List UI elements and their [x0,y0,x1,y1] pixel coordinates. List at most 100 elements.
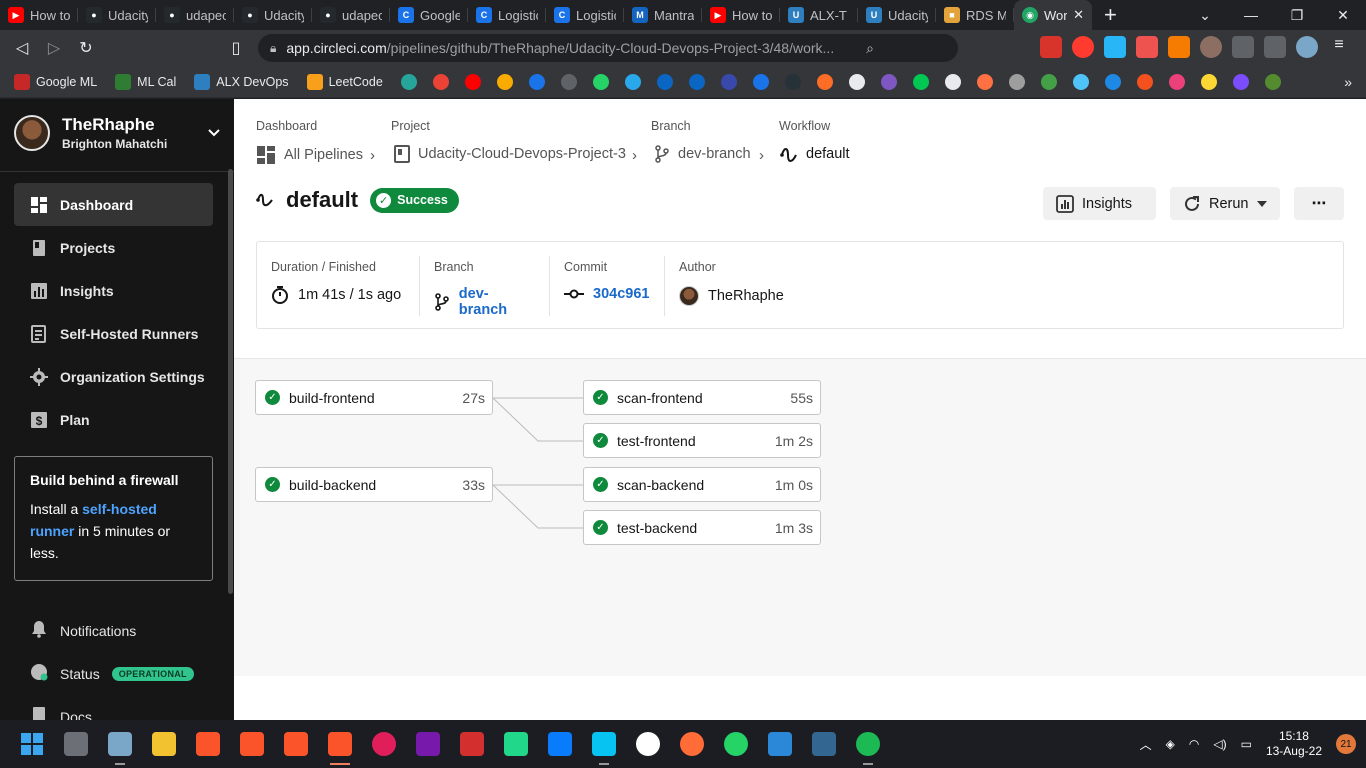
minimize-icon[interactable]: — [1228,7,1274,23]
extension-icon[interactable] [1168,36,1190,58]
browser-tab[interactable]: C Logistic [546,0,624,30]
bookmark-icon[interactable]: ▯ [220,38,252,58]
taskbar-app[interactable] [186,720,230,768]
browser-tab[interactable]: C Google [390,0,468,30]
browser-tab[interactable]: ▶ How to [0,0,78,30]
tab-search-icon[interactable]: ⌄ [1182,7,1228,24]
close-tab-icon[interactable]: ✕ [1073,7,1084,23]
bookmark-icon[interactable] [912,73,929,90]
profile-avatar[interactable] [1296,36,1318,58]
linkedin-icon[interactable] [688,73,705,90]
new-tab-button[interactable]: + [1104,2,1124,28]
sidebar-item-insights[interactable]: Insights [14,269,213,312]
bookmark-icon[interactable] [1104,73,1121,90]
sidebar-item-notifications[interactable]: Notifications [14,609,213,652]
taskbar-app[interactable] [230,720,274,768]
bookmark-icon[interactable] [1072,73,1089,90]
taskbar-app[interactable] [142,720,186,768]
youtube-icon[interactable] [464,73,481,90]
taskbar-app[interactable] [626,720,670,768]
linkedin-icon[interactable] [656,73,673,90]
taskbar-app[interactable] [538,720,582,768]
job-test-backend[interactable]: ✓ test-backend 1m 3s [583,510,821,545]
taskbar-app[interactable] [362,720,406,768]
gitlab-icon[interactable] [816,73,833,90]
bookmark-icon[interactable] [1264,73,1281,90]
taskbar-app[interactable] [758,720,802,768]
start-button[interactable] [10,720,54,768]
bookmark-icon[interactable] [1168,73,1185,90]
browser-tab[interactable]: UALX-T C [780,0,858,30]
job-build-backend[interactable]: ✓ build-backend 33s [255,467,493,502]
sidebar-item-self-hosted-runners[interactable]: Self-Hosted Runners [14,312,213,355]
chevron-up-icon[interactable]: ︿ [1140,736,1152,753]
sidebar-item-status[interactable]: Status OPERATIONAL [14,652,213,695]
reload-icon[interactable]: ↻ [70,38,102,58]
whatsapp-icon[interactable] [592,73,609,90]
taskbar-app-active[interactable] [318,720,362,768]
browser-tab[interactable]: ▶ How to [702,0,780,30]
job-test-frontend[interactable]: ✓ test-frontend 1m 2s [583,423,821,458]
clock[interactable]: 15:18 13-Aug-22 [1266,729,1322,759]
job-scan-frontend[interactable]: ✓ scan-frontend 55s [583,380,821,415]
job-scan-backend[interactable]: ✓ scan-backend 1m 0s [583,467,821,502]
browser-tab[interactable]: ● udapeo [156,0,234,30]
sidebar-scrollbar[interactable] [228,169,233,594]
breadcrumb-branch[interactable]: dev-branch [654,145,751,163]
commit-link[interactable]: 304c961 [564,286,651,302]
browser-tab[interactable]: M Mantra [624,0,702,30]
browser-tab[interactable]: C Logistic [468,0,546,30]
taskbar-app[interactable] [450,720,494,768]
breadcrumb-project[interactable]: Udacity-Cloud-Devops-Project-3 [394,145,626,163]
bookmark-icon[interactable] [400,73,417,90]
bookmark-icon[interactable] [720,73,737,90]
taskbar-app[interactable] [98,720,142,768]
address-bar[interactable]: 🔒︎ app.circleci.com/pipelines/github/The… [258,34,958,62]
extension-icon[interactable] [1104,36,1126,58]
taskbar-app[interactable] [406,720,450,768]
forward-icon[interactable]: ▷ [38,38,70,58]
gmail-icon[interactable] [432,73,449,90]
back-icon[interactable]: ◁ [6,38,38,58]
bookmark-item[interactable]: ALX DevOps [194,73,289,90]
battery-icon[interactable]: ▭ [1241,737,1252,751]
extension-icon[interactable] [1072,36,1094,58]
bookmark-item[interactable]: Google ML [14,73,97,90]
taskbar-app[interactable] [846,720,890,768]
sidebar-item-dashboard[interactable]: Dashboard [14,183,213,226]
sidebar-item-organization-settings[interactable]: Organization Settings [14,355,213,398]
github-icon[interactable] [848,73,865,90]
extension-icon[interactable] [1040,36,1062,58]
more-actions-button[interactable]: ⋯ [1294,187,1344,220]
apple-icon[interactable] [1008,73,1025,90]
bookmark-icon[interactable] [1232,73,1249,90]
bookmark-icon[interactable] [1040,73,1057,90]
puzzle-icon[interactable] [1232,36,1254,58]
breadcrumb-all-pipelines[interactable]: All Pipelines [256,145,363,165]
taskbar-app[interactable] [274,720,318,768]
bookmark-icon[interactable] [1136,73,1153,90]
extension-icon[interactable] [1136,36,1158,58]
browser-tab[interactable]: U Udacity [858,0,936,30]
telegram-icon[interactable] [624,73,641,90]
bookmark-item[interactable]: LeetCode [306,73,383,90]
bookmark-icon[interactable] [880,73,897,90]
more-bookmarks-icon[interactable]: » [1344,74,1352,90]
menu-icon[interactable]: ≡ [1328,36,1350,58]
sidebar-item-docs[interactable]: Docs [14,695,213,720]
search-icon[interactable]: ⌕ [866,40,874,57]
taskbar-app[interactable] [582,720,626,768]
browser-tab[interactable]: ● Udacity [234,0,312,30]
circleci-icon[interactable] [944,73,961,90]
security-icon[interactable]: ◈ [1166,737,1175,751]
breadcrumb-workflow[interactable]: default [780,145,850,163]
close-window-icon[interactable]: ✕ [1320,7,1366,24]
calendar-icon[interactable] [528,73,545,90]
browser-tab-active[interactable]: ◉ Wor ✕ [1014,0,1092,30]
chevron-down-icon[interactable] [208,126,220,140]
bookmark-icon[interactable] [496,73,513,90]
wifi-icon[interactable]: ◠ [1189,737,1199,751]
job-build-frontend[interactable]: ✓ build-frontend 27s [255,380,493,415]
rerun-button[interactable]: Rerun [1170,187,1280,220]
bookmark-icon[interactable] [752,73,769,90]
